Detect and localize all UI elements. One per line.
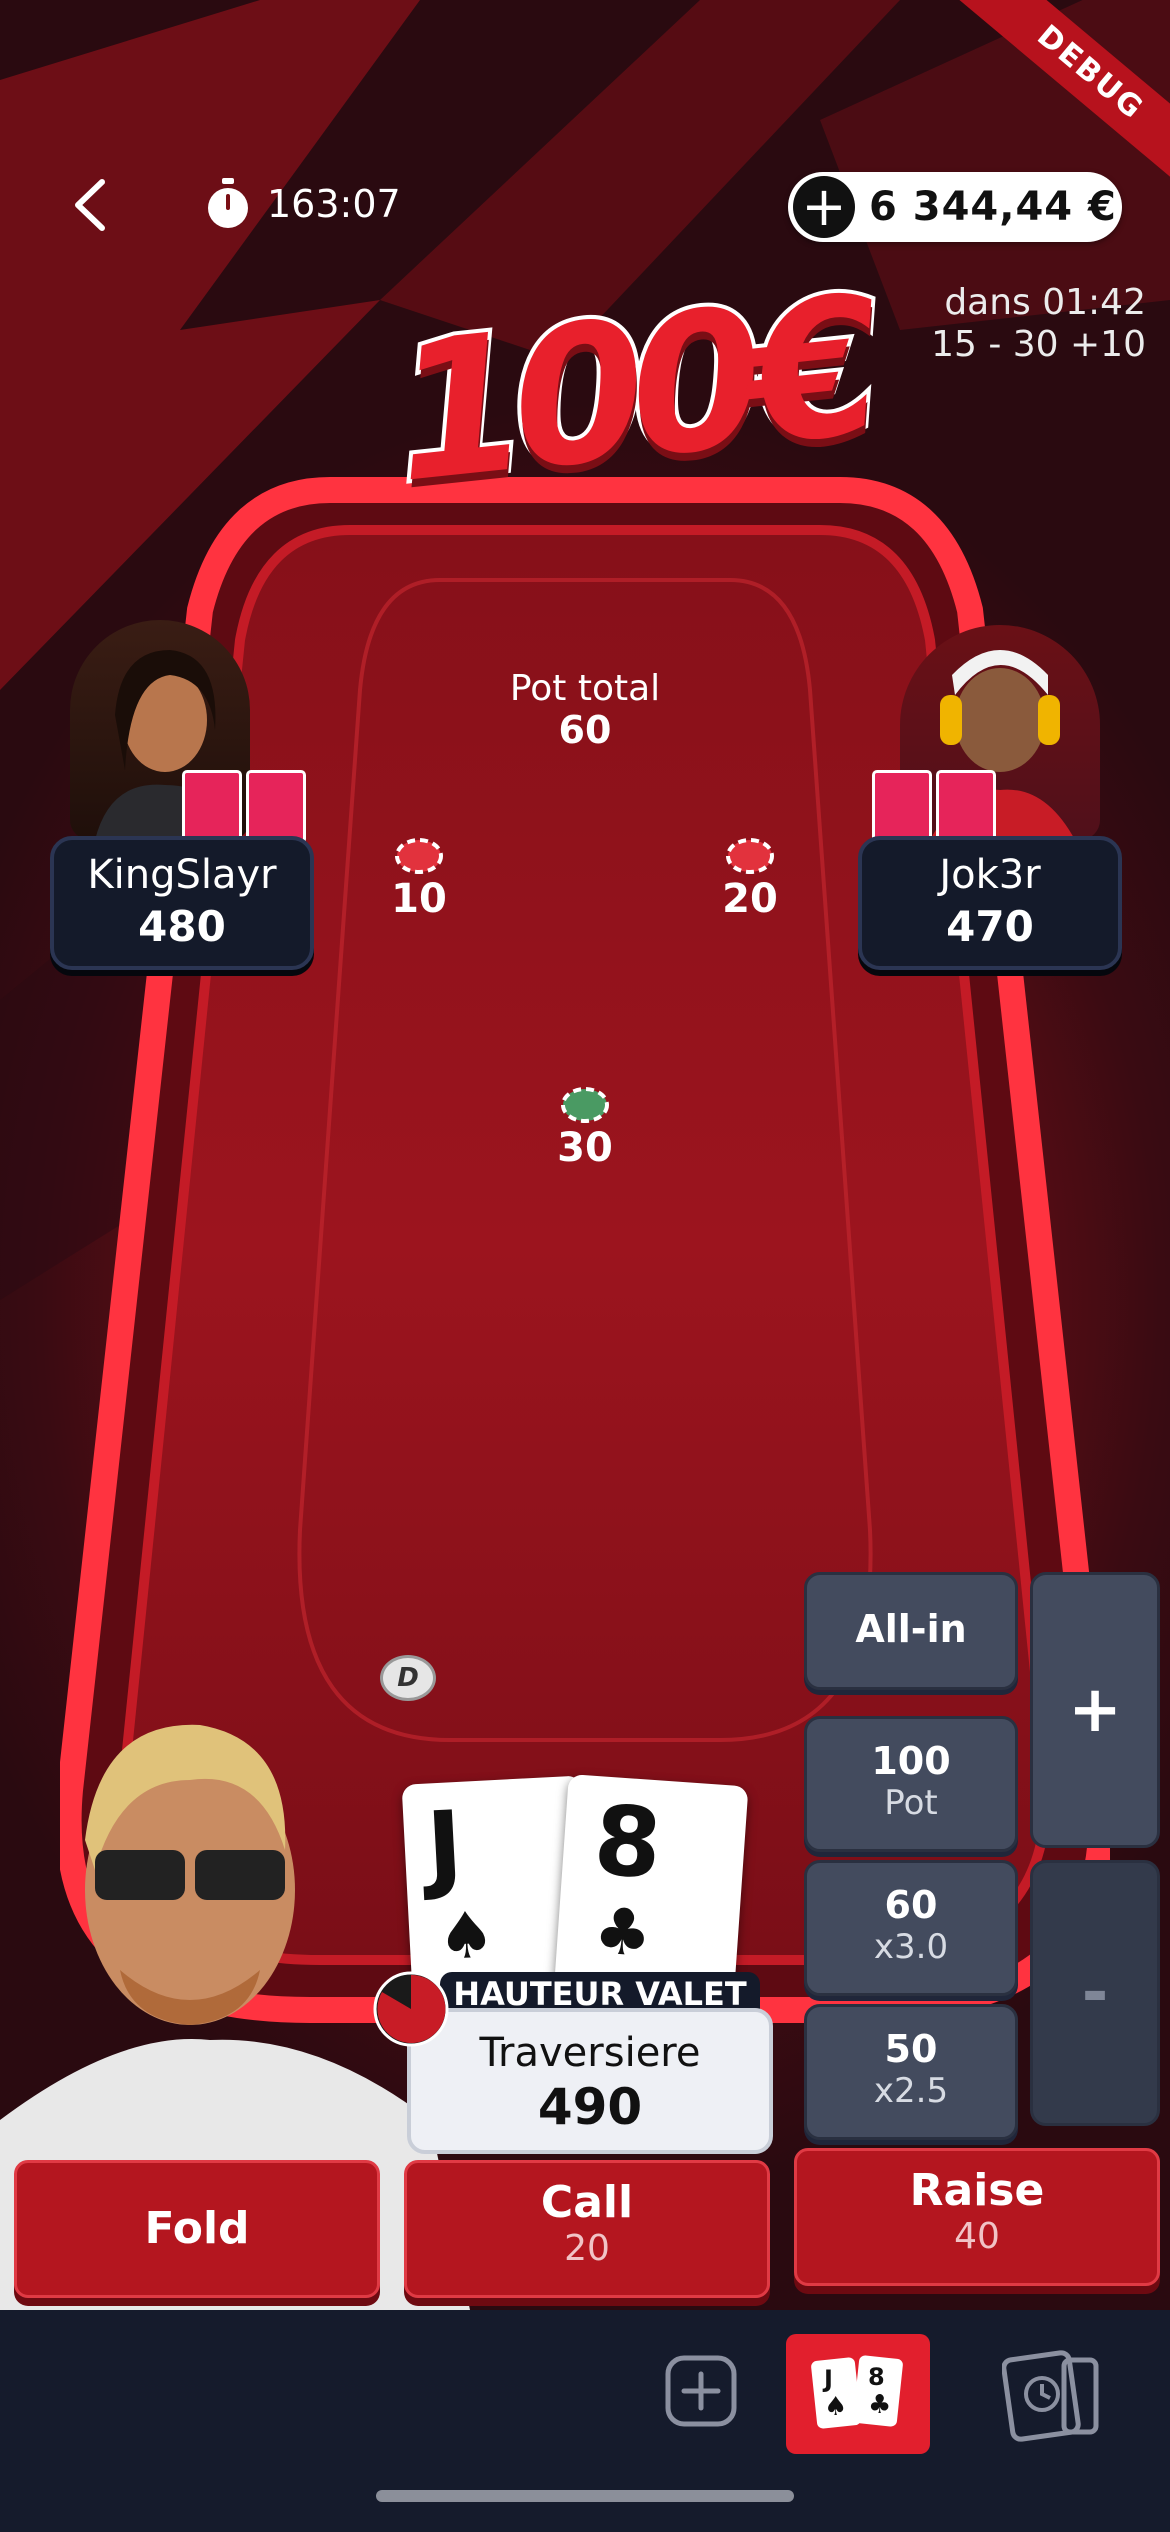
- bet-size-3x-button[interactable]: 60 x3.0: [804, 1860, 1018, 1996]
- timer-text: 163:07: [267, 182, 401, 226]
- card-back: [872, 770, 932, 844]
- call-button[interactable]: Call 20: [404, 2160, 770, 2298]
- hero-seat: Traversiere 490: [407, 2008, 773, 2154]
- home-indicator: [376, 2490, 794, 2502]
- pot-value: 60: [558, 708, 612, 752]
- opponent-stack: 480: [138, 902, 226, 951]
- hand-history-icon[interactable]: [1002, 2346, 1104, 2442]
- level-countdown: dans 01:42: [944, 282, 1146, 323]
- hero-name: Traversiere: [479, 2030, 701, 2076]
- bet-size-2-5x-button[interactable]: 50 x2.5: [804, 2004, 1018, 2140]
- session-timer: 163:07: [205, 178, 401, 230]
- bet-jok3r: 20: [700, 836, 800, 922]
- fold-button[interactable]: Fold: [14, 2160, 380, 2298]
- tab-card-suit-2: ♣: [868, 2390, 891, 2420]
- opponent-cards-kingslayr: [182, 770, 306, 844]
- cards-icon: J ♠ 8 ♣: [811, 2355, 903, 2429]
- balance-pill[interactable]: + 6 344,44 €: [788, 172, 1122, 242]
- hero-stack: 490: [537, 2078, 643, 2136]
- opponent-seat-kingslayr[interactable]: KingSlayr 480: [50, 836, 314, 970]
- opponent-name: KingSlayr: [87, 852, 277, 898]
- chip-icon: [561, 1087, 609, 1123]
- active-tables-tab[interactable]: J ♠ 8 ♣: [786, 2334, 930, 2454]
- opponent-seat-jok3r[interactable]: Jok3r 470: [858, 836, 1122, 970]
- bet-size-allin-button[interactable]: All-in: [804, 1572, 1018, 1690]
- opponent-stack: 470: [946, 902, 1034, 951]
- raise-button[interactable]: Raise 40: [794, 2148, 1160, 2286]
- blind-level-info: dans 01:42 15 - 30 +10: [931, 282, 1146, 366]
- bet-size-pot-button[interactable]: 100 Pot: [804, 1716, 1018, 1852]
- card-back: [246, 770, 306, 844]
- opponent-name: Jok3r: [939, 852, 1041, 898]
- blind-levels: 15 - 30 +10: [931, 324, 1146, 365]
- bet-kingslayr: 10: [369, 836, 469, 922]
- card-back: [936, 770, 996, 844]
- decrease-bet-button[interactable]: -: [1030, 1860, 1160, 2126]
- stopwatch-icon: [208, 178, 248, 228]
- add-table-icon[interactable]: [664, 2354, 738, 2428]
- opponent-cards-jok3r: [872, 770, 996, 844]
- center-chips: 30: [535, 1085, 635, 1171]
- back-chevron-icon[interactable]: [60, 170, 120, 240]
- card-back: [182, 770, 242, 844]
- chip-icon: [726, 838, 774, 874]
- pot-label: Pot total: [509, 668, 661, 709]
- balance-amount: 6 344,44 €: [869, 184, 1117, 230]
- turn-timer-icon: [373, 1971, 449, 2047]
- increase-bet-button[interactable]: +: [1030, 1572, 1160, 1848]
- add-funds-icon[interactable]: +: [793, 176, 855, 238]
- tab-card-suit-1: ♠: [824, 2392, 847, 2422]
- tab-card-rank-2: 8: [868, 2363, 885, 2391]
- chip-icon: [395, 838, 443, 874]
- tab-card-rank-1: J: [822, 2365, 833, 2393]
- dealer-button: D: [380, 1655, 436, 1701]
- prize-pool-logo: 100€: [380, 252, 881, 529]
